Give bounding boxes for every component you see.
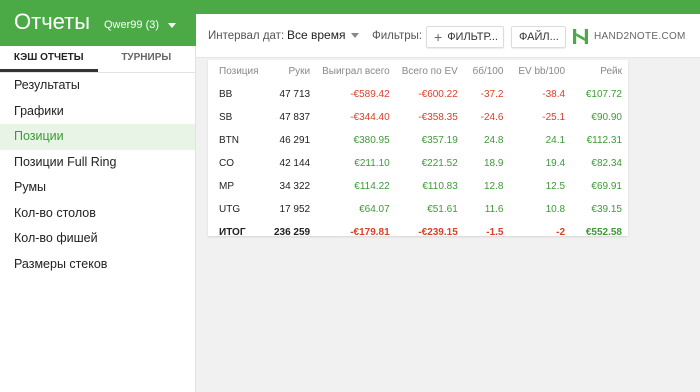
column-header-hands[interactable]: Руки	[265, 60, 317, 83]
cell-position: UTG	[219, 204, 241, 215]
sidebar-item-graphs[interactable]: Графики	[0, 99, 195, 125]
player-name: Qwer99 (3)	[104, 19, 160, 31]
date-range-value: Все время	[287, 28, 346, 42]
cell-bb100: 11.6	[484, 204, 504, 215]
table-header-row: Позиция Руки Выиграл всего Всего по EV б…	[208, 60, 628, 83]
table-row[interactable]: UTG 17 952 €64.07 €51.61 11.6 10.8 €39.1…	[208, 198, 628, 221]
filter-button-label: ФИЛЬТР...	[447, 31, 498, 43]
table-row[interactable]: SB 47 837 -€344.40 -€358.35 -24.6 -25.1 …	[208, 106, 628, 129]
column-header-rake[interactable]: Рейк	[571, 60, 628, 83]
cell-won-total: €64.07	[359, 204, 390, 215]
cell-bb100: 12.8	[483, 181, 504, 192]
cell-rake: €90.90	[591, 112, 622, 123]
cell-ev-bb100: 24.1	[545, 135, 566, 146]
cell-ev-total: €51.61	[427, 204, 458, 215]
sidebar-menu: Результаты Графики Позиции Позиции Full …	[0, 73, 195, 277]
cell-position: BTN	[219, 135, 239, 146]
cell-position: MP	[219, 181, 234, 192]
table-total-row: ИТОГ 236 259 -€179.81 -€239.15 -1.5 -2 €…	[208, 221, 628, 244]
page-title: Отчеты	[14, 9, 91, 34]
column-header-ev-total[interactable]: Всего по EV	[396, 60, 464, 83]
cell-hands: 17 952	[279, 204, 311, 215]
cell-ev-bb100: -25.1	[542, 112, 566, 123]
table-row[interactable]: MP 34 322 €114.22 €110.83 12.8 12.5 €69.…	[208, 175, 628, 198]
cell-rake: €107.72	[585, 89, 622, 100]
positions-table: Позиция Руки Выиграл всего Всего по EV б…	[208, 60, 628, 244]
cell-rake: €82.34	[591, 158, 622, 169]
cell-won-total: €211.10	[354, 158, 390, 169]
filter-bar: Интервал дат: Все время Фильтры: + ФИЛЬТ…	[196, 14, 700, 58]
table-row[interactable]: BB 47 713 -€589.42 -€600.22 -37.2 -38.4 …	[208, 83, 628, 106]
cell-hands: 34 322	[279, 181, 311, 192]
sidebar-item-rooms[interactable]: Румы	[0, 175, 195, 201]
cell-won-total: -€589.42	[350, 89, 390, 100]
cell-hands: 47 837	[279, 112, 311, 123]
cell-rake: €39.15	[591, 204, 622, 215]
hand2note-logo: HAND2NOTE.COM	[572, 28, 686, 45]
chevron-down-icon	[168, 22, 177, 28]
column-header-bb100[interactable]: бб/100	[464, 60, 510, 83]
cell-bb100: -24.6	[480, 112, 504, 123]
cell-hands: 42 144	[279, 158, 311, 169]
filter-button[interactable]: + ФИЛЬТР...	[426, 26, 504, 48]
cell-won-total: €380.95	[353, 135, 390, 146]
chevron-down-icon	[351, 32, 360, 38]
player-selector[interactable]: Qwer99 (3)	[104, 19, 177, 31]
cell-rake: €112.31	[586, 135, 622, 146]
cell-ev-total: €110.83	[422, 181, 458, 192]
main-panel: Интервал дат: Все время Фильтры: + ФИЛЬТ…	[196, 14, 700, 392]
logo-text: HAND2NOTE.COM	[594, 31, 686, 42]
sidebar-item-chip-count[interactable]: Кол-во фишей	[0, 226, 195, 252]
cell-ev-bb100: 10.8	[545, 204, 566, 215]
cell-ev-bb100: 19.4	[545, 158, 566, 169]
file-button[interactable]: ФАЙЛ...	[511, 26, 566, 48]
cell-ev-total: €221.52	[421, 158, 458, 169]
cell-ev-bb100: 12.5	[545, 181, 566, 192]
column-header-won-total[interactable]: Выиграл всего	[316, 60, 396, 83]
filters-label: Фильтры:	[372, 30, 423, 42]
sidebar-item-positions[interactable]: Позиции	[0, 124, 195, 150]
table-row[interactable]: BTN 46 291 €380.95 €357.19 24.8 24.1 €11…	[208, 129, 628, 152]
cell-bb100: -37.2	[480, 89, 504, 100]
cell-ev-total: -€600.22	[418, 89, 458, 100]
cell-ev-bb100: -38.4	[542, 89, 566, 100]
sidebar: КЭШ ОТЧЕТЫ ТУРНИРЫ Результаты Графики По…	[0, 46, 196, 392]
cell-position: BB	[219, 89, 233, 100]
file-button-label: ФАЙЛ...	[519, 31, 559, 43]
cell-total-bb100: -1.5	[486, 227, 504, 238]
cell-position: CO	[219, 158, 234, 169]
tab-tournaments[interactable]: ТУРНИРЫ	[98, 46, 196, 72]
column-header-ev-bb100[interactable]: EV bb/100	[509, 60, 571, 83]
cell-won-total: -€344.40	[350, 112, 390, 123]
cell-bb100: 24.8	[483, 135, 504, 146]
sidebar-item-stack-sizes[interactable]: Размеры стеков	[0, 252, 195, 278]
cell-total-rake: €552.58	[585, 227, 622, 238]
cell-won-total: €114.22	[354, 181, 390, 192]
cell-ev-total: -€358.35	[418, 112, 458, 123]
cell-position: SB	[219, 112, 233, 123]
table-row[interactable]: CO 42 144 €211.10 €221.52 18.9 19.4 €82.…	[208, 152, 628, 175]
cell-total-hands: 236 259	[273, 227, 311, 238]
sidebar-tabs: КЭШ ОТЧЕТЫ ТУРНИРЫ	[0, 46, 195, 73]
h2n-logo-icon	[573, 29, 588, 44]
plus-icon: +	[434, 29, 443, 45]
cell-total-ev-bb100: -2	[556, 227, 566, 238]
cell-total-ev: -€239.15	[418, 227, 458, 238]
cell-rake: €69.91	[591, 181, 622, 192]
column-header-position[interactable]: Позиция	[208, 60, 265, 83]
cell-ev-total: €357.19	[421, 135, 458, 146]
cell-total-label: ИТОГ	[219, 227, 246, 238]
sidebar-item-results[interactable]: Результаты	[0, 73, 195, 99]
sidebar-item-positions-full-ring[interactable]: Позиции Full Ring	[0, 150, 195, 176]
sidebar-item-table-count[interactable]: Кол-во столов	[0, 201, 195, 227]
date-range-label: Интервал дат:	[208, 30, 285, 42]
date-range-select[interactable]: Все время	[287, 28, 360, 42]
cell-hands: 46 291	[279, 135, 311, 146]
tab-cash-reports[interactable]: КЭШ ОТЧЕТЫ	[0, 46, 98, 72]
cell-hands: 47 713	[279, 89, 311, 100]
positions-table-card: Позиция Руки Выиграл всего Всего по EV б…	[208, 60, 628, 238]
cell-bb100: 18.9	[483, 158, 504, 169]
cell-total-won: -€179.81	[350, 227, 390, 238]
